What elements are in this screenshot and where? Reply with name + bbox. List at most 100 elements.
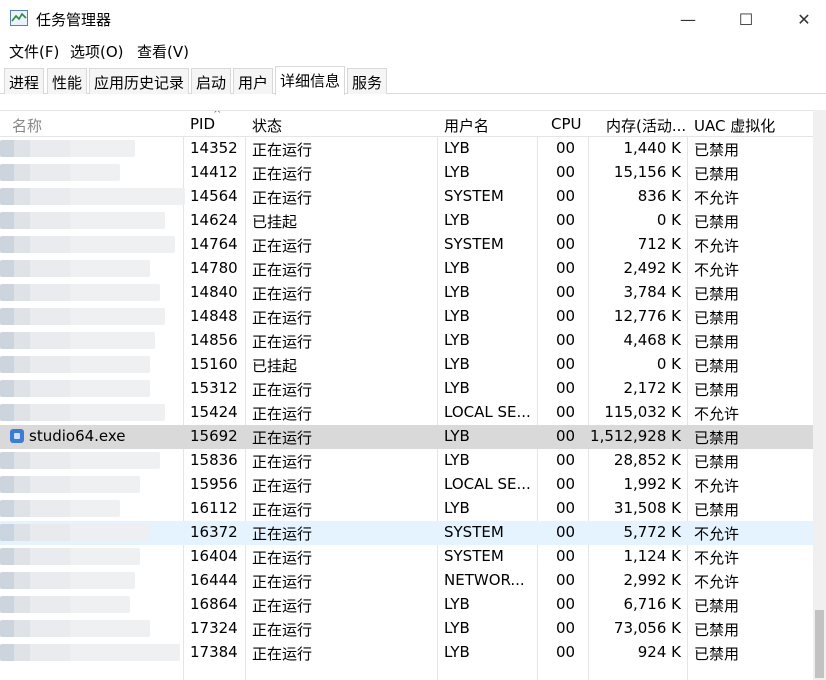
table-row[interactable]: 15312 正在运行 LYB 00 2,172 K 已禁用	[0, 377, 813, 401]
table-row[interactable]: 14848 正在运行 LYB 00 12,776 K 已禁用	[0, 305, 813, 329]
table-row[interactable]: 14624 已挂起 LYB 00 0 K 已禁用	[0, 209, 813, 233]
cell-user: LYB	[444, 643, 470, 661]
table-row[interactable]: 15424 正在运行 LOCAL SE... 00 115,032 K 不允许	[0, 401, 813, 425]
cell-cpu: 00	[556, 355, 576, 373]
tab-bar: 进程 性能 应用历史记录 启动 用户 详细信息 服务	[0, 66, 826, 95]
scrollbar-thumb[interactable]	[815, 610, 824, 678]
vertical-scrollbar[interactable]	[813, 110, 826, 680]
table-row[interactable]: 14840 正在运行 LYB 00 3,784 K 已禁用	[0, 281, 813, 305]
cell-cpu: 00	[556, 619, 576, 637]
cell-cpu: 00	[556, 235, 576, 253]
cell-memory: 2,992 K	[623, 571, 681, 589]
cell-pid: 15956	[190, 475, 238, 493]
maximize-button[interactable]: ☐	[716, 0, 776, 38]
cell-uac: 已禁用	[694, 429, 740, 447]
cell-uac: 已禁用	[694, 381, 740, 399]
cell-uac: 不允许	[694, 549, 740, 567]
redacted-name	[0, 164, 120, 181]
col-header-pid[interactable]: PID	[190, 115, 215, 133]
table-row[interactable]: 16112 正在运行 LYB 00 31,508 K 已禁用	[0, 497, 813, 521]
cell-memory: 3,784 K	[623, 283, 681, 301]
cell-uac: 已禁用	[694, 141, 740, 159]
cell-user: LYB	[444, 211, 470, 229]
cell-memory: 0 K	[656, 211, 681, 229]
cell-user: LYB	[444, 595, 470, 613]
tab-details[interactable]: 详细信息	[275, 66, 346, 95]
cell-status: 正在运行	[252, 141, 313, 159]
table-row[interactable]: 14412 正在运行 LYB 00 15,156 K 已禁用	[0, 161, 813, 185]
tab-services[interactable]: 服务	[347, 68, 388, 94]
tab-processes[interactable]: 进程	[4, 68, 45, 94]
cell-pid: 16372	[190, 523, 238, 541]
cell-status: 正在运行	[252, 429, 313, 447]
col-header-name[interactable]: 名称	[12, 115, 42, 136]
cell-cpu: 00	[556, 427, 576, 445]
cell-name: studio64.exe	[29, 427, 126, 445]
cell-user: LYB	[444, 307, 470, 325]
cell-memory: 1,992 K	[623, 475, 681, 493]
cell-cpu: 00	[556, 643, 576, 661]
cell-uac: 已禁用	[694, 165, 740, 183]
cell-cpu: 00	[556, 547, 576, 565]
cell-status: 正在运行	[252, 501, 313, 519]
redacted-name	[0, 572, 135, 589]
menu-view[interactable]: 查看(V)	[137, 41, 189, 62]
redacted-name	[0, 356, 150, 373]
cell-pid: 17324	[190, 619, 238, 637]
table-row[interactable]: 15836 正在运行 LYB 00 28,852 K 已禁用	[0, 449, 813, 473]
cell-uac: 不允许	[694, 405, 740, 423]
col-header-cpu[interactable]: CPU	[551, 115, 582, 133]
close-button[interactable]: ✕	[774, 0, 826, 38]
table-row[interactable]: 14352 正在运行 LYB 00 1,440 K 已禁用	[0, 137, 813, 161]
cell-status: 正在运行	[252, 381, 313, 399]
cell-user: LYB	[444, 379, 470, 397]
tab-app-history[interactable]: 应用历史记录	[89, 68, 190, 94]
redacted-name	[0, 308, 165, 325]
title-bar[interactable]: 任务管理器 — ☐ ✕	[0, 0, 826, 38]
col-header-uac[interactable]: UAC 虚拟化	[694, 115, 775, 136]
cell-uac: 已禁用	[694, 333, 740, 351]
cell-uac: 不允许	[694, 573, 740, 591]
cell-user: SYSTEM	[444, 235, 504, 253]
redacted-name	[0, 620, 150, 637]
table-row[interactable]: 14764 正在运行 SYSTEM 00 712 K 不允许	[0, 233, 813, 257]
cell-pid: 14412	[190, 163, 238, 181]
tab-users[interactable]: 用户	[233, 68, 274, 94]
cell-status: 正在运行	[252, 645, 313, 663]
col-header-user[interactable]: 用户名	[444, 115, 489, 136]
col-header-memory[interactable]: 内存(活动...	[606, 115, 686, 136]
table-row[interactable]: 14856 正在运行 LYB 00 4,468 K 已禁用	[0, 329, 813, 353]
table-row[interactable]: 17324 正在运行 LYB 00 73,056 K 已禁用	[0, 617, 813, 641]
cell-pid: 16112	[190, 499, 238, 517]
table-row[interactable]: 15956 正在运行 LOCAL SE... 00 1,992 K 不允许	[0, 473, 813, 497]
cell-status: 正在运行	[252, 573, 313, 591]
table-row[interactable]: studio64.exe 15692 正在运行 LYB 00 1,512,928 K 已禁用	[0, 425, 813, 449]
col-header-status[interactable]: 状态	[252, 115, 282, 136]
table-row[interactable]: 16404 正在运行 SYSTEM 00 1,124 K 不允许	[0, 545, 813, 569]
cell-pid: 16404	[190, 547, 238, 565]
table-row[interactable]: 15160 已挂起 LYB 00 0 K 已禁用	[0, 353, 813, 377]
table-row[interactable]: 16372 正在运行 SYSTEM 00 5,772 K 不允许	[0, 521, 813, 545]
cell-cpu: 00	[556, 331, 576, 349]
table-row[interactable]: 14564 正在运行 SYSTEM 00 836 K 不允许	[0, 185, 813, 209]
cell-pid: 14848	[190, 307, 238, 325]
cell-cpu: 00	[556, 451, 576, 469]
cell-user: LYB	[444, 259, 470, 277]
window-title: 任务管理器	[36, 11, 112, 29]
cell-user: LYB	[444, 163, 470, 181]
cell-user: LOCAL SE...	[444, 403, 531, 421]
cell-memory: 1,124 K	[623, 547, 681, 565]
menu-file[interactable]: 文件(F)	[9, 41, 59, 62]
tab-performance[interactable]: 性能	[47, 68, 88, 94]
tab-startup[interactable]: 启动	[191, 68, 232, 94]
table-row[interactable]: 16444 正在运行 NETWOR... 00 2,992 K 不允许	[0, 569, 813, 593]
table-row[interactable]: 17384 正在运行 LYB 00 924 K 已禁用	[0, 641, 813, 665]
cell-memory: 115,032 K	[604, 403, 681, 421]
redacted-name	[0, 452, 160, 469]
minimize-button[interactable]: —	[658, 0, 718, 38]
cell-pid: 14564	[190, 187, 238, 205]
menu-options[interactable]: 选项(O)	[70, 41, 124, 62]
cell-cpu: 00	[556, 139, 576, 157]
table-row[interactable]: 14780 正在运行 LYB 00 2,492 K 不允许	[0, 257, 813, 281]
table-row[interactable]: 16864 正在运行 LYB 00 6,716 K 已禁用	[0, 593, 813, 617]
